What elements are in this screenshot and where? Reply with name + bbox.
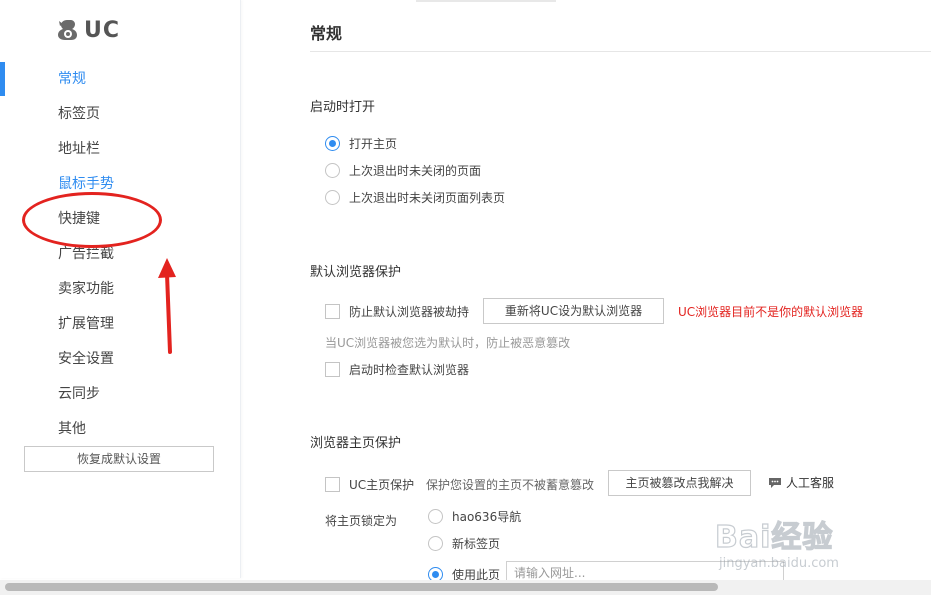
watermark-brand: Bai经验 — [714, 519, 834, 555]
radio-icon[interactable] — [325, 162, 340, 178]
settings-sidebar: UC 常规 标签页 地址栏 鼠标手势 快捷键 广告拦截 卖家功能 扩展管理 安全… — [0, 0, 241, 578]
checkbox-label: UC主页保护 — [349, 477, 415, 492]
option-label: 打开主页 — [349, 136, 398, 151]
check-on-start-checkbox-row[interactable]: 启动时检查默认浏览器 — [325, 360, 469, 378]
option-label: 上次退出时未关闭的页面 — [349, 163, 482, 178]
homepage-protect-desc: 保护您设置的主页不被蓄意篡改 — [426, 478, 595, 492]
startup-section-title: 启动时打开 — [310, 100, 376, 115]
radio-icon[interactable] — [428, 535, 443, 551]
radio-icon[interactable] — [325, 189, 340, 205]
watermark-url: jingyan.baidu.com — [719, 556, 839, 571]
annotation-ellipse — [22, 192, 162, 248]
title-divider — [310, 51, 931, 52]
customer-service-label: 人工客服 — [786, 476, 835, 490]
prevent-hijack-checkbox-row[interactable]: 防止默认浏览器被劫持 — [325, 302, 469, 320]
default-browser-hint: 当UC浏览器被您选为默认时，防止被恶意篡改 — [325, 336, 571, 350]
sidebar-item-address-bar[interactable]: 地址栏 — [58, 139, 100, 159]
homepage-section-title: 浏览器主页保护 — [310, 436, 402, 451]
sidebar-item-security[interactable]: 安全设置 — [58, 349, 114, 369]
uc-logo: UC — [54, 16, 120, 44]
checkbox-icon[interactable] — [325, 303, 340, 319]
startup-option-last-session[interactable]: 上次退出时未关闭的页面 — [325, 161, 481, 179]
sidebar-item-cloud-sync[interactable]: 云同步 — [58, 384, 100, 404]
reset-defaults-button[interactable]: 恢复成默认设置 — [24, 446, 214, 472]
page-title: 常规 — [310, 24, 343, 43]
active-nav-indicator — [0, 62, 5, 96]
horizontal-scrollbar-thumb[interactable] — [5, 583, 718, 591]
sidebar-item-other[interactable]: 其他 — [58, 419, 86, 439]
radio-icon[interactable] — [428, 508, 443, 524]
option-label: hao636导航 — [452, 509, 522, 524]
startup-option-last-session-list[interactable]: 上次退出时未关闭页面列表页 — [325, 188, 505, 206]
baidu-jingyan-watermark: Bai经验 jingyan.baidu.com — [714, 512, 885, 578]
sidebar-item-seller-tools[interactable]: 卖家功能 — [58, 279, 114, 299]
customer-service-link[interactable]: 人工客服 — [768, 474, 834, 491]
checkbox-label: 防止默认浏览器被劫持 — [349, 304, 470, 319]
sidebar-item-extensions[interactable]: 扩展管理 — [58, 314, 114, 334]
logo-text: UC — [84, 17, 121, 43]
sidebar-item-mouse-gestures[interactable]: 鼠标手势 — [58, 174, 114, 194]
startup-option-homepage[interactable]: 打开主页 — [325, 134, 397, 152]
uc-homepage-protect-row[interactable]: UC主页保护 — [325, 475, 414, 493]
default-browser-section-title: 默认浏览器保护 — [310, 265, 402, 280]
lock-homepage-label: 将主页锁定为 — [325, 514, 398, 528]
lock-option-new-tab[interactable]: 新标签页 — [428, 534, 500, 552]
option-label: 上次退出时未关闭页面列表页 — [349, 190, 506, 205]
radio-checked-icon[interactable] — [325, 135, 340, 151]
checkbox-icon[interactable] — [325, 361, 340, 377]
sidebar-item-general[interactable]: 常规 — [58, 69, 86, 89]
top-tab-hint — [416, 0, 556, 2]
checkbox-icon[interactable] — [325, 476, 340, 492]
homepage-fix-button[interactable]: 主页被篡改点我解决 — [608, 470, 751, 496]
uc-squirrel-icon — [58, 20, 77, 40]
set-default-browser-button[interactable]: 重新将UC设为默认浏览器 — [483, 298, 664, 324]
sidebar-item-tabs[interactable]: 标签页 — [58, 104, 100, 124]
lock-option-hao636[interactable]: hao636导航 — [428, 507, 521, 525]
annotation-arrow-icon — [158, 258, 176, 354]
option-label: 新标签页 — [452, 536, 501, 551]
checkbox-label: 启动时检查默认浏览器 — [349, 362, 470, 377]
default-browser-warning: UC浏览器目前不是你的默认浏览器 — [678, 305, 864, 319]
chat-icon — [769, 477, 781, 488]
